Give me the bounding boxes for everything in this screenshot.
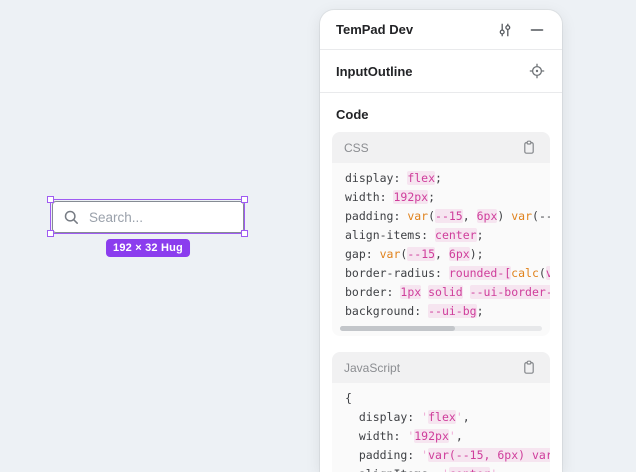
code-section-title: Code — [336, 107, 546, 122]
code-line: display: flex; — [345, 169, 537, 188]
clipboard-icon[interactable] — [520, 359, 538, 377]
target-icon[interactable] — [528, 62, 546, 80]
css-card-header: CSS — [332, 132, 550, 163]
javascript-card-label: JavaScript — [344, 361, 520, 375]
code-line: width: 192px; — [345, 188, 537, 207]
javascript-code-card: JavaScript { display: 'flex', width: '19… — [332, 352, 550, 472]
code-line: alignItems: 'center', — [345, 465, 537, 472]
code-line: padding: 'var(--15, 6px) var — [345, 446, 537, 465]
search-input-component[interactable]: Search... — [52, 201, 244, 233]
scrollbar-track[interactable] — [340, 326, 542, 331]
code-section: Code CSS display: flex;width: 192px;padd… — [320, 93, 562, 472]
code-line: background: --ui-bg; — [345, 302, 537, 321]
selection-handle-bottom-right[interactable] — [241, 230, 248, 237]
code-line: border: 1px solid --ui-border- — [345, 283, 537, 302]
selected-node-name: InputOutline — [336, 64, 528, 79]
scrollbar-thumb[interactable] — [340, 326, 455, 331]
clipboard-icon[interactable] — [520, 139, 538, 157]
code-line: gap: var(--15, 6px); — [345, 245, 537, 264]
minimize-icon[interactable] — [528, 21, 546, 39]
code-line: display: 'flex', — [345, 408, 537, 427]
search-placeholder: Search... — [89, 210, 143, 225]
selection-handle-top-left[interactable] — [47, 196, 54, 203]
code-line: padding: var(--15, 6px) var(-- — [345, 207, 537, 226]
css-code-card: CSS display: flex;width: 192px;padding: … — [332, 132, 550, 336]
horizontal-scrollbar — [332, 323, 550, 336]
code-line: width: '192px', — [345, 427, 537, 446]
css-card-label: CSS — [344, 141, 520, 155]
css-code-body: display: flex;width: 192px;padding: var(… — [332, 163, 550, 323]
panel-header: TemPad Dev — [320, 10, 562, 49]
code-line: border-radius: rounded-[calc(v — [345, 264, 537, 283]
selection-handle-bottom-left[interactable] — [47, 230, 54, 237]
size-badge: 192 × 32 Hug — [106, 239, 190, 257]
code-line: { — [345, 389, 537, 408]
panel-title: TemPad Dev — [336, 22, 482, 37]
javascript-code-body: { display: 'flex', width: '192px', paddi… — [332, 383, 550, 472]
tempad-dev-panel: TemPad Dev InputOutline — [320, 10, 562, 472]
javascript-card-header: JavaScript — [332, 352, 550, 383]
magnifier-icon — [63, 209, 80, 226]
code-line: align-items: center; — [345, 226, 537, 245]
selected-node-row: InputOutline — [320, 50, 562, 92]
sliders-icon[interactable] — [496, 21, 514, 39]
selection-handle-top-right[interactable] — [241, 196, 248, 203]
